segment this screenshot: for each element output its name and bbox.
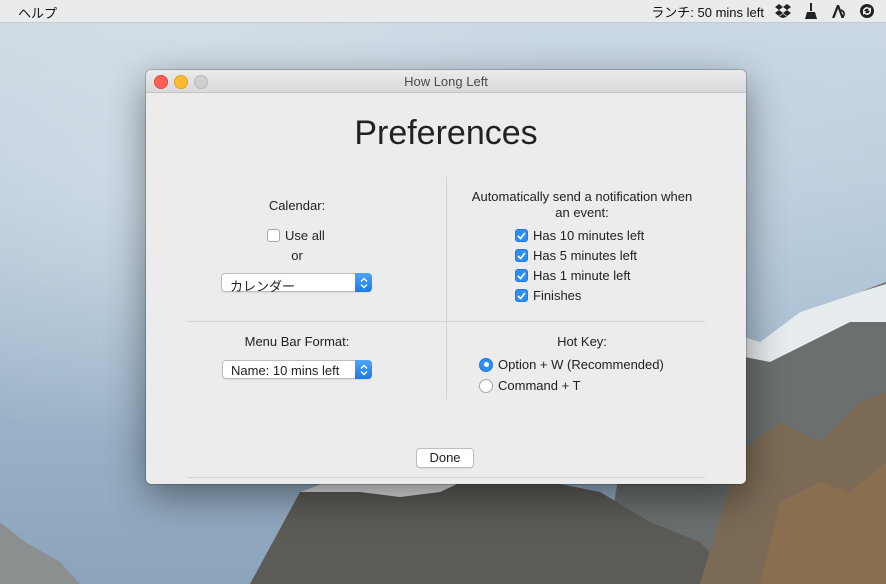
hot-key-command-t-radio[interactable]: Command + T [479,378,581,393]
calendar-popup-value: カレンダー [230,279,296,294]
use-all-checkbox-box[interactable] [267,229,280,242]
popup-arrows-icon [355,360,372,379]
use-all-checkbox[interactable]: Use all [267,228,325,243]
menu-bar: ヘルプ ランチ: 50 mins left [0,0,886,23]
bottom-divider [187,477,705,478]
menu-bar-format-value: Name: 10 mins left [231,363,340,378]
done-button[interactable]: Done [416,448,474,468]
hot-key-command-t-label: Command + T [498,378,581,393]
notify-5-minutes-label: Has 5 minutes left [533,248,638,263]
dropbox-icon[interactable] [774,2,792,20]
use-all-label: Use all [285,228,325,243]
radio-selected-icon[interactable] [479,357,493,372]
radio-unselected-icon[interactable] [479,378,493,393]
notify-finishes-label: Finishes [533,288,582,303]
checkmark-icon[interactable] [515,229,528,242]
or-label: or [291,248,303,263]
checkmark-icon[interactable] [515,249,528,262]
title-bar[interactable]: How Long Left [146,70,746,93]
preferences-window: How Long Left Preferences Calendar: Use … [146,70,746,484]
help-menu[interactable]: ヘルプ [18,3,57,22]
notification-label-line1: Automatically send a notification when [471,189,693,204]
menu-bar-format-popup[interactable]: Name: 10 mins left [222,360,372,379]
window-title: How Long Left [404,74,488,89]
notify-1-minute-checkbox[interactable]: Has 1 minute left [515,268,631,283]
checkmark-icon[interactable] [515,269,528,282]
notification-label: Automatically send a notification when a… [454,189,710,220]
notify-finishes-checkbox[interactable]: Finishes [515,288,581,303]
menu-bar-format-label: Menu Bar Format: [244,334,350,349]
broom-icon[interactable] [802,2,820,20]
page-title: Preferences [354,114,538,152]
calendar-popup[interactable]: カレンダー [221,273,372,294]
notification-label-line2: an event: [555,205,609,220]
hot-key-label: Hot Key: [557,334,607,349]
a-app-icon[interactable] [830,2,848,20]
horizontal-divider [187,321,705,322]
popup-arrows-icon [355,273,372,292]
hot-key-option-w-radio[interactable]: Option + W (Recommended) [479,357,664,372]
checkmark-icon[interactable] [515,289,528,302]
hot-key-option-w-label: Option + W (Recommended) [498,357,664,372]
notify-5-minutes-checkbox[interactable]: Has 5 minutes left [515,248,637,263]
notify-10-minutes-checkbox[interactable]: Has 10 minutes left [515,228,644,243]
sync-icon[interactable] [858,2,876,20]
status-item-text[interactable]: ランチ: 50 mins left [651,2,764,21]
notify-10-minutes-label: Has 10 minutes left [533,228,645,243]
vertical-divider [446,177,447,399]
calendar-label: Calendar: [268,198,326,213]
notify-1-minute-label: Has 1 minute left [533,268,631,283]
